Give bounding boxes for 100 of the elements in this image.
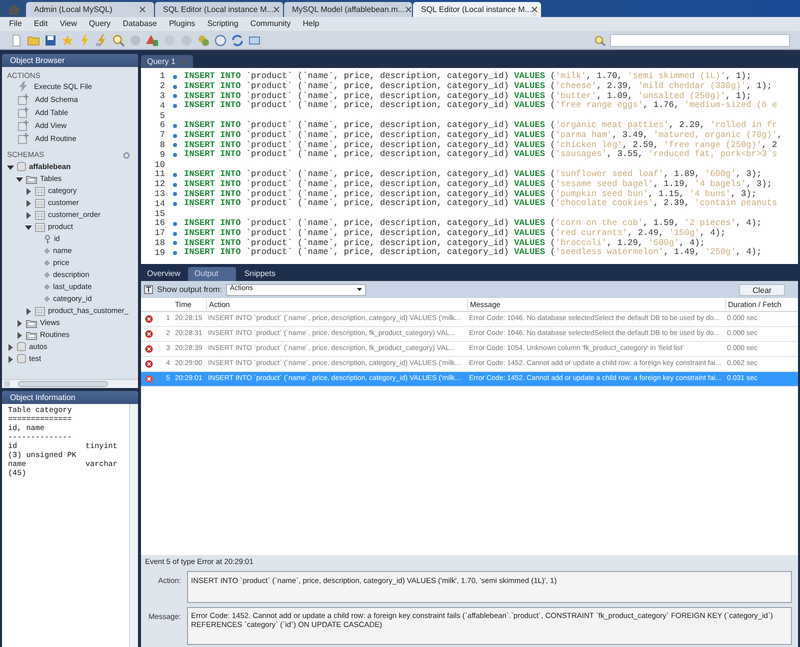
menu-item[interactable]: File (9, 18, 22, 30)
close-icon[interactable] (531, 6, 538, 13)
code-line: INSERT INTO `product` (`name`, price, description, category_id) VALUES ('red currants', 2.49, '150g', 4); (184, 228, 726, 238)
code-line: INSERT INTO `product` (`name`, price, description, category_id) VALUES ('seedless watermelon', 1.49, '250g', 4); (184, 248, 762, 258)
expand-arrow-icon[interactable] (25, 188, 32, 194)
menu-item[interactable]: Query (88, 18, 111, 30)
menu-item[interactable]: Edit (34, 18, 48, 30)
database-icon (17, 342, 26, 352)
expand-arrow-icon[interactable] (7, 344, 14, 350)
line-number: 16 (154, 217, 165, 229)
star-icon[interactable] (61, 34, 74, 46)
line-number: 6 (158, 119, 165, 131)
statement-marker-icon (172, 192, 176, 196)
statement-marker-icon (172, 232, 176, 236)
code-line: INSERT INTO `product` (`name`, price, description, category_id) VALUES ('milk', 1.70, 'semi skimmed (1L)', 1); (184, 72, 752, 82)
line-number: 3 (158, 90, 165, 102)
sql-editor[interactable] (141, 68, 798, 264)
statement-marker-icon (172, 74, 176, 79)
window-tab[interactable]: SQL Editor (Local instance M... (413, 2, 541, 17)
save-icon[interactable] (44, 34, 57, 46)
panel-icon[interactable] (248, 34, 261, 46)
lightning-icon[interactable] (18, 81, 28, 92)
code-line: INSERT INTO `product` (`name`, price, description, category_id) VALUES ('pumpkin seed bun', 1.15, '4 buns', 3); (184, 190, 756, 199)
code-line: INSERT INTO `product` (`name`, price, description, category_id) VALUES ('broccoli', 1.29, '500g', 4); (184, 238, 705, 248)
menu-item[interactable]: Database (122, 18, 157, 30)
add-icon[interactable] (18, 120, 29, 131)
menu-item[interactable]: Community (250, 18, 291, 30)
folder-icon (26, 318, 37, 328)
close-icon[interactable] (139, 6, 146, 13)
query-tab[interactable]: Query 1 (141, 55, 194, 68)
code-line: INSERT INTO `product` (`name`, price, description, category_id) VALUES ('corn on the cob', 1.59, '2 pieces', 4); (184, 218, 762, 228)
add-icon[interactable] (18, 94, 29, 105)
close-icon[interactable] (404, 6, 412, 13)
line-number: 11 (154, 168, 165, 180)
statement-marker-icon (172, 94, 176, 98)
line-number: 2 (158, 80, 165, 92)
statement-marker-icon (172, 241, 176, 246)
error-icon (145, 360, 153, 368)
line-number: 14 (154, 198, 165, 210)
code-line: INSERT INTO `product` (`name`, price, description, category_id) VALUES ('butter', 1.09, 'unsalted (250g)', 1); (184, 92, 752, 101)
key-icon (44, 234, 51, 244)
code-line: INSERT INTO `product` (`name`, price, description, category_id) VALUES ('free range eggs', 1.76, 'medium-sized (6 e (184, 101, 778, 112)
dropdown-arrow-icon (356, 288, 362, 291)
menu-item[interactable]: Help (302, 18, 320, 30)
add-icon[interactable] (18, 107, 29, 118)
collapse-arrow-icon[interactable] (7, 164, 14, 170)
code-line: INSERT INTO `product` (`name`, price, description, category_id) VALUES ('sesame seed bagel', 1.19, '4 bagels', 3); (184, 180, 772, 190)
line-number: 8 (158, 139, 165, 151)
add-icon[interactable] (18, 133, 29, 144)
close-icon[interactable] (273, 6, 280, 13)
collapse-arrow-icon[interactable] (16, 176, 23, 182)
line-number: 19 (154, 246, 165, 260)
error-icon (145, 375, 153, 383)
expand-arrow-icon[interactable] (16, 332, 23, 338)
table-icon (35, 222, 45, 232)
error-icon (145, 345, 153, 353)
menu-item[interactable]: Scripting (207, 18, 238, 30)
line-number: 4 (158, 100, 165, 112)
line-number: 5 (158, 110, 165, 121)
code-line: INSERT INTO `product` (`name`, price, description, category_id) VALUES ('cheese', 2.39, 'mild cheddar (330g)', 1); (184, 82, 772, 92)
menu-item[interactable]: Plugins (168, 18, 196, 30)
statement-marker-icon (172, 222, 176, 226)
window-tab[interactable]: MySQL Model (affablebean.m... (284, 2, 412, 17)
statement-marker-icon (172, 153, 176, 158)
folder-icon (26, 174, 37, 184)
statement-marker-icon (172, 124, 176, 128)
shapes-icon[interactable] (146, 34, 159, 46)
menu-item[interactable]: View (60, 18, 77, 30)
error-icon (145, 330, 153, 338)
search-icon (594, 34, 606, 46)
window-tab[interactable]: SQL Editor (Local instance M... (155, 2, 283, 17)
clear-button[interactable]: Clear (739, 284, 785, 296)
expand-arrow-icon[interactable] (16, 320, 23, 326)
line-number: 7 (158, 129, 165, 141)
statement-marker-icon (172, 182, 176, 187)
expand-arrow-icon[interactable] (25, 212, 32, 218)
folder-icon[interactable] (27, 34, 40, 46)
line-number: 10 (154, 158, 165, 170)
expand-arrow-icon[interactable] (25, 308, 32, 314)
expand-arrow-icon[interactable] (7, 356, 14, 362)
magnifier-icon[interactable] (112, 34, 125, 46)
output-tab[interactable]: Snippets (238, 267, 282, 281)
new-file-icon[interactable] (10, 34, 23, 46)
statement-marker-icon (172, 84, 176, 89)
error-icon (145, 315, 153, 323)
statement-marker-icon (172, 251, 176, 256)
search-field[interactable] (610, 34, 790, 46)
line-number: 15 (154, 208, 165, 219)
table-icon (35, 306, 45, 316)
database-icon (17, 354, 26, 364)
code-line: INSERT INTO `product` (`name`, price, description, category_id) VALUES ('parma ham', 3.49, 'matured, organic (70g)', (184, 130, 782, 140)
output-tab[interactable]: Overview (141, 267, 186, 281)
table-icon (35, 198, 45, 208)
toggle-icon[interactable] (144, 285, 153, 294)
code-line: INSERT INTO `product` (`name`, price, description, category_id) VALUES ('sausages', 3.55, 'reduced fat, pork<br>3 s (184, 150, 778, 160)
output-tab[interactable]: Output (188, 267, 236, 281)
line-number: 17 (154, 227, 165, 239)
collapse-arrow-icon[interactable] (25, 224, 32, 230)
window-tab[interactable]: Admin (Local MySQL) (26, 2, 154, 17)
expand-arrow-icon[interactable] (25, 200, 32, 206)
